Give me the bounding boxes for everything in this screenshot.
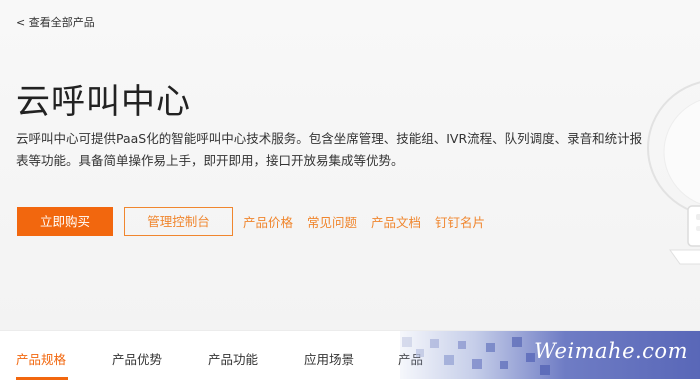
watermark-text: Weimahe.com (534, 339, 688, 363)
hero-banner: < 查看全部产品 云呼叫中心 云呼叫中心可提供PaaS化的智能呼叫中心技术服务。… (0, 0, 700, 330)
tab-product-features[interactable]: 产品功能 (208, 349, 258, 368)
product-description: 云呼叫中心可提供PaaS化的智能呼叫中心技术服务。包含坐席管理、技能组、IVR流… (16, 131, 643, 168)
back-to-all-products-link[interactable]: < 查看全部产品 (16, 14, 95, 30)
tab-use-cases[interactable]: 应用场景 (304, 349, 354, 368)
dingtalk-card-link[interactable]: 钉钉名片 (435, 212, 485, 231)
quick-links: 产品价格 常见问题 产品文档 钉钉名片 (243, 207, 485, 236)
product-docs-link[interactable]: 产品文档 (371, 212, 421, 231)
product-price-link[interactable]: 产品价格 (243, 212, 293, 231)
watermark: Weimahe.com (400, 331, 700, 379)
buy-now-button[interactable]: 立即购买 (17, 207, 113, 236)
device-illustration-icon (647, 81, 700, 265)
tab-product-specs[interactable]: 产品规格 (16, 349, 66, 368)
page-title: 云呼叫中心 (16, 82, 191, 122)
faq-link[interactable]: 常见问题 (307, 212, 357, 231)
tab-product-advantages[interactable]: 产品优势 (112, 349, 162, 368)
management-console-button[interactable]: 管理控制台 (124, 207, 233, 236)
